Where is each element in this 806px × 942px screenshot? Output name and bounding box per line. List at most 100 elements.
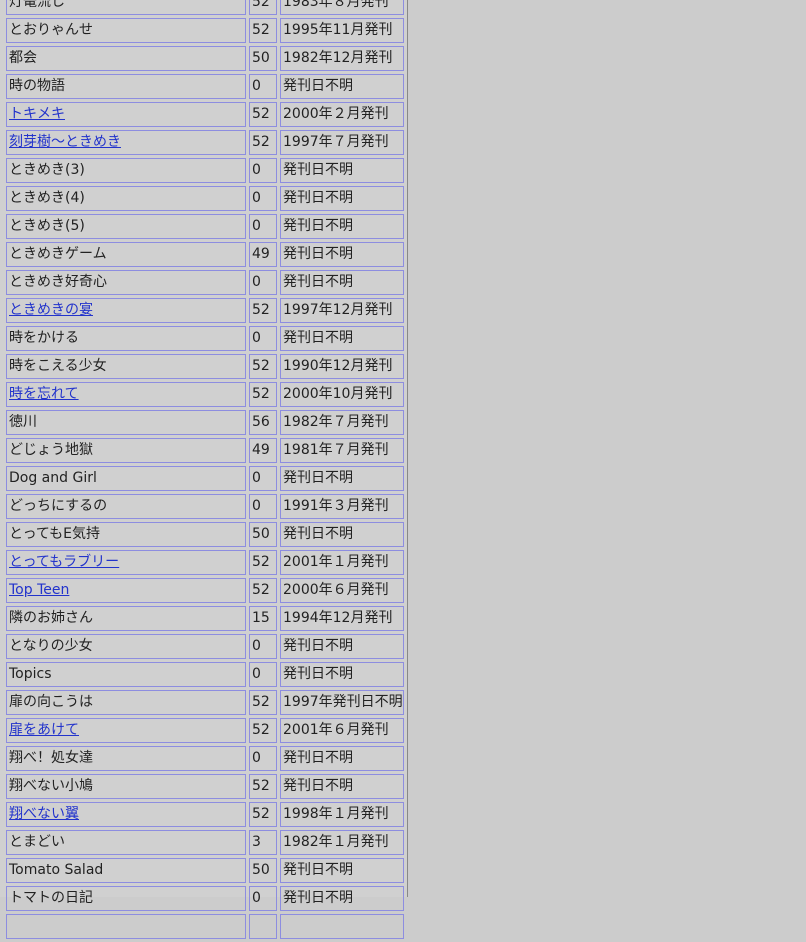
title-text: どっちにするの xyxy=(9,498,108,514)
count-cell: 52 xyxy=(249,18,277,43)
count-cell: 0 xyxy=(249,494,277,519)
date-cell: 1997年12月発刊 xyxy=(280,298,404,323)
title-cell: とってもE気持 xyxy=(6,522,246,547)
table-row: 時の物語 0 発刊日不明 xyxy=(6,74,404,99)
title-cell: 時を忘れて xyxy=(6,382,246,407)
table-row: 時を忘れて 52 2000年10月発刊 xyxy=(6,382,404,407)
date-cell: 1995年11月発刊 xyxy=(280,18,404,43)
date-cell: 2000年２月発刊 xyxy=(280,102,404,127)
table-row: どじょう地獄 49 1981年７月発刊 xyxy=(6,438,404,463)
title-link[interactable]: トキメキ xyxy=(9,106,65,122)
table-row: ときめき(4) 0 発刊日不明 xyxy=(6,186,404,211)
title-cell: 扉をあけて xyxy=(6,718,246,743)
count-cell: 15 xyxy=(249,606,277,631)
count-cell: 0 xyxy=(249,158,277,183)
title-cell: どっちにするの xyxy=(6,494,246,519)
count-cell: 0 xyxy=(249,746,277,771)
table-row: ときめきの宴 52 1997年12月発刊 xyxy=(6,298,404,323)
title-text: どじょう地獄 xyxy=(9,442,93,458)
table-row: ときめき(3) 0 発刊日不明 xyxy=(6,158,404,183)
title-cell: 徳川 xyxy=(6,410,246,435)
title-link[interactable]: 刻芽樹〜ときめき xyxy=(9,134,121,150)
date-cell: 発刊日不明 xyxy=(280,270,404,295)
count-cell: 0 xyxy=(249,186,277,211)
date-cell: 1982年７月発刊 xyxy=(280,410,404,435)
count-cell: 52 xyxy=(249,802,277,827)
table-row: 翔べない翼 52 1998年１月発刊 xyxy=(6,802,404,827)
title-cell: Top Teen xyxy=(6,578,246,603)
title-link[interactable]: 扉をあけて xyxy=(9,722,79,738)
title-text: ときめき(4) xyxy=(9,190,85,206)
title-text: ときめき好奇心 xyxy=(9,274,107,290)
date-cell: 発刊日不明 xyxy=(280,158,404,183)
table-row: とってもラブリー 52 2001年１月発刊 xyxy=(6,550,404,575)
title-text: Dog and Girl xyxy=(9,470,97,486)
count-cell: 52 xyxy=(249,718,277,743)
title-cell: ときめき好奇心 xyxy=(6,270,246,295)
title-cell: Tomato Salad xyxy=(6,858,246,883)
title-link[interactable]: 時を忘れて xyxy=(9,386,79,402)
table-row: トマトの日記 0 発刊日不明 xyxy=(6,886,404,911)
date-cell: 1997年発刊日不明 xyxy=(280,690,404,715)
table-row: ときめきゲーム 49 発刊日不明 xyxy=(6,242,404,267)
title-link[interactable]: ときめきの宴 xyxy=(9,302,93,318)
date-cell: 2000年10月発刊 xyxy=(280,382,404,407)
title-link[interactable]: Top Teen xyxy=(9,582,69,598)
title-text: とおりゃんせ xyxy=(9,22,93,38)
count-cell: 0 xyxy=(249,270,277,295)
date-cell: 1982年１月発刊 xyxy=(280,830,404,855)
table-row: どっちにするの 0 1991年３月発刊 xyxy=(6,494,404,519)
count-cell: 0 xyxy=(249,326,277,351)
title-cell: 灯篭流し xyxy=(6,0,246,15)
date-cell: 発刊日不明 xyxy=(280,746,404,771)
date-cell: 発刊日不明 xyxy=(280,634,404,659)
publication-list-panel: 灯篭流し 52 1983年８月発刊 とおりゃんせ 52 1995年11月発刊 都会 50 198… xyxy=(0,0,408,939)
table-row: 翔べ！処女達 0 発刊日不明 xyxy=(6,746,404,771)
title-link[interactable]: 翔べない翼 xyxy=(9,806,79,822)
table-row: ときめき(5) 0 発刊日不明 xyxy=(6,214,404,239)
title-cell: 翔べない翼 xyxy=(6,802,246,827)
title-cell: とってもラブリー xyxy=(6,550,246,575)
count-cell: 3 xyxy=(249,830,277,855)
date-cell: 発刊日不明 xyxy=(280,886,404,911)
title-cell: ときめき(3) xyxy=(6,158,246,183)
title-text: とまどい xyxy=(9,834,65,850)
date-cell: 発刊日不明 xyxy=(280,662,404,687)
title-text: 徳川 xyxy=(9,414,37,430)
title-cell: トマトの日記 xyxy=(6,886,246,911)
count-cell: 0 xyxy=(249,634,277,659)
date-cell xyxy=(280,914,404,939)
date-cell: 発刊日不明 xyxy=(280,186,404,211)
title-cell: ときめきゲーム xyxy=(6,242,246,267)
title-cell: 時をかける xyxy=(6,326,246,351)
count-cell: 52 xyxy=(249,578,277,603)
title-text: Tomato Salad xyxy=(9,862,104,878)
title-cell xyxy=(6,914,246,939)
count-cell: 0 xyxy=(249,214,277,239)
title-cell: 隣のお姉さん xyxy=(6,606,246,631)
publication-table-body: 灯篭流し 52 1983年８月発刊 とおりゃんせ 52 1995年11月発刊 都会 50 198… xyxy=(6,0,404,939)
title-text: 時の物語 xyxy=(9,78,65,94)
table-row: 時をこえる少女 52 1990年12月発刊 xyxy=(6,354,404,379)
date-cell: 発刊日不明 xyxy=(280,74,404,99)
table-row: Topics 0 発刊日不明 xyxy=(6,662,404,687)
title-cell: 翔べない小鳩 xyxy=(6,774,246,799)
date-cell: 発刊日不明 xyxy=(280,858,404,883)
count-cell: 52 xyxy=(249,550,277,575)
title-text: ときめきゲーム xyxy=(9,246,107,262)
table-row: 隣のお姉さん 15 1994年12月発刊 xyxy=(6,606,404,631)
date-cell: 1981年７月発刊 xyxy=(280,438,404,463)
table-row: ときめき好奇心 0 発刊日不明 xyxy=(6,270,404,295)
count-cell: 52 xyxy=(249,382,277,407)
title-cell: 刻芽樹〜ときめき xyxy=(6,130,246,155)
title-text: 都会 xyxy=(9,50,37,66)
table-row xyxy=(6,914,404,939)
table-row: 翔べない小鳩 52 発刊日不明 xyxy=(6,774,404,799)
table-row: 徳川 56 1982年７月発刊 xyxy=(6,410,404,435)
title-cell: トキメキ xyxy=(6,102,246,127)
count-cell: 52 xyxy=(249,102,277,127)
title-link[interactable]: とってもラブリー xyxy=(9,554,119,570)
date-cell: 1998年１月発刊 xyxy=(280,802,404,827)
title-text: ときめき(5) xyxy=(9,218,85,234)
table-row: とおりゃんせ 52 1995年11月発刊 xyxy=(6,18,404,43)
